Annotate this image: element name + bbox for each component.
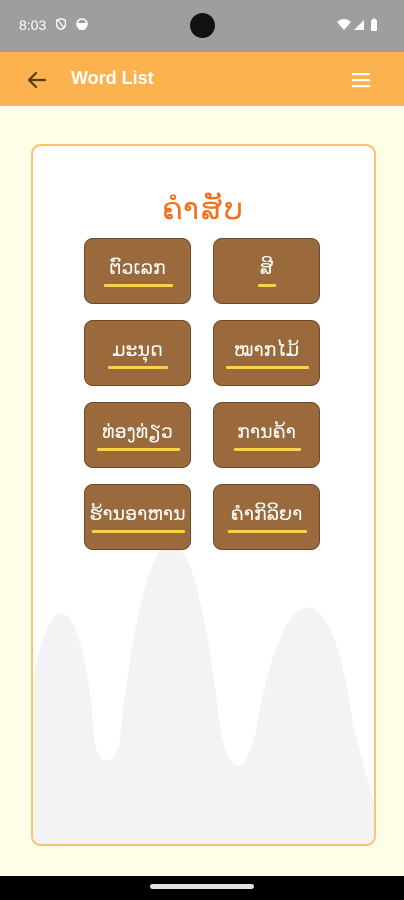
label-underline	[258, 284, 276, 287]
word-category-label: ໝາກໄມ້	[233, 339, 300, 361]
vpn-shield-icon	[56, 18, 66, 30]
label-underline	[92, 530, 185, 533]
label-underline	[226, 366, 309, 369]
home-gesture-handle[interactable]	[150, 884, 254, 889]
battery-icon	[371, 18, 377, 31]
word-category-button[interactable]: ໝາກໄມ້	[213, 320, 320, 386]
card-heading: ຄຳສັບ	[162, 192, 245, 227]
word-category-button[interactable]: ສີ	[213, 238, 320, 304]
status-time: 8:03	[19, 17, 47, 33]
label-underline	[104, 284, 173, 287]
word-category-label: ມະນຸດ	[112, 339, 163, 361]
word-category-label: ຕົວເລກ	[109, 257, 166, 279]
wifi-icon	[337, 19, 351, 30]
word-category-button[interactable]: ຮ້ານອາຫານ	[84, 484, 191, 550]
word-category-button[interactable]: ຕົວເລກ	[84, 238, 191, 304]
sync-icon	[76, 18, 88, 30]
page-title: Word List	[71, 68, 154, 88]
status-right-icons	[337, 18, 377, 31]
word-category-button[interactable]: ການຄ້າ	[213, 402, 320, 468]
word-category-label: ສີ	[259, 257, 274, 279]
signal-icon	[354, 20, 364, 30]
label-underline	[234, 448, 301, 451]
back-arrow-icon[interactable]	[24, 67, 50, 93]
word-category-label: ຮ້ານອາຫານ	[89, 503, 186, 525]
label-underline	[228, 530, 307, 533]
word-category-button[interactable]: ມະນຸດ	[84, 320, 191, 386]
word-category-label: ທ່ອງທ່ຽວ	[102, 421, 173, 443]
word-list-card: ຄຳສັບ ຕົວເລກ ສີ ມະນຸດ ໝາກໄມ້ ທ່ອງທ່ຽວ ກາ…	[31, 144, 376, 846]
camera-cutout	[190, 13, 215, 38]
hamburger-menu-icon[interactable]	[349, 68, 373, 92]
word-category-button[interactable]: ທ່ອງທ່ຽວ	[84, 402, 191, 468]
label-underline	[108, 366, 168, 369]
system-navigation-bar	[0, 876, 404, 900]
label-underline	[97, 448, 180, 451]
word-category-label: ການຄ້າ	[237, 421, 296, 443]
word-category-label: ຄຳກິລິຍາ	[230, 503, 303, 525]
app-bar: Word List	[0, 52, 404, 106]
status-bar: 8:03	[0, 0, 404, 52]
word-category-button[interactable]: ຄຳກິລິຍາ	[213, 484, 320, 550]
